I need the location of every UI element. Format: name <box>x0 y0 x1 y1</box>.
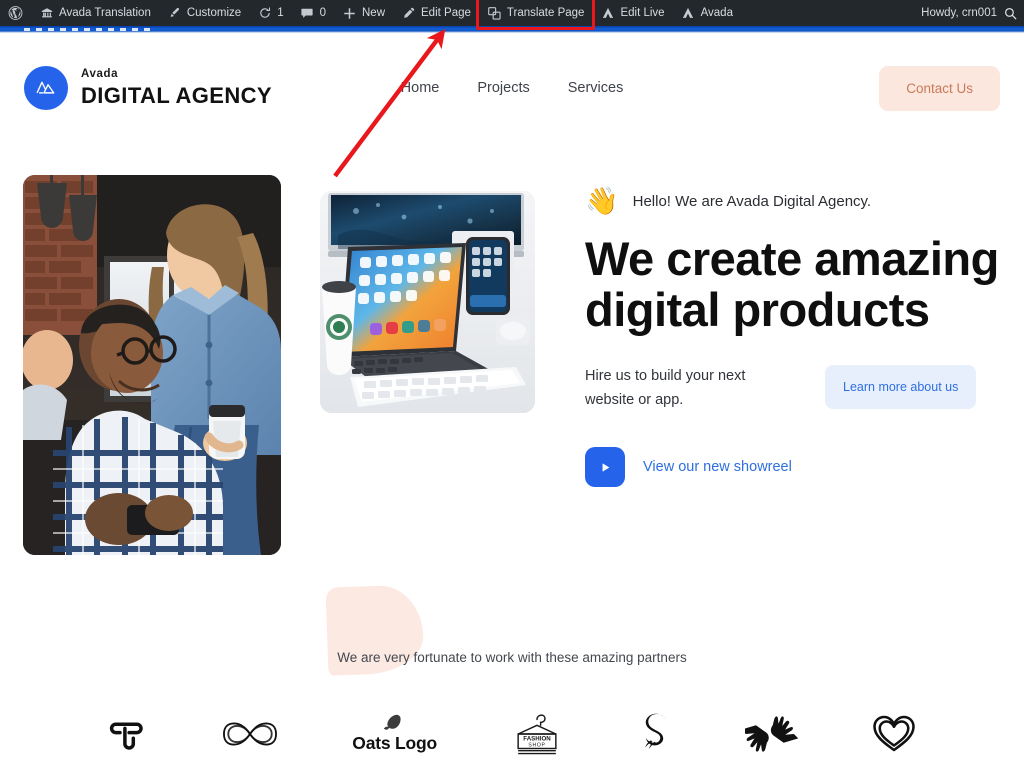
admin-bar-item-new[interactable]: New <box>334 0 393 26</box>
admin-bar-label: Edit Live <box>620 7 665 19</box>
hero-hello-row: 👋 Hello! We are Avada Digital Agency. <box>585 188 1005 215</box>
admin-bar-item-wordpress[interactable] <box>0 0 31 26</box>
search-icon[interactable] <box>1003 6 1018 21</box>
learn-more-button[interactable]: Learn more about us <box>825 365 977 410</box>
admin-bar-item-updates[interactable]: 1 <box>249 0 291 26</box>
admin-bar-item-comments[interactable]: 0 <box>292 0 334 26</box>
partner-logo-oats[interactable]: Oats Logo <box>352 699 437 769</box>
admin-bar-item-avada-translation[interactable]: Avada Translation <box>31 0 159 26</box>
avada-translation-icon <box>39 6 54 21</box>
admin-bar-label: Translate Page <box>506 7 585 19</box>
hero-image-desk <box>320 191 535 413</box>
partner-logo-hands[interactable] <box>744 699 799 769</box>
desk-photo-illustration <box>320 191 535 413</box>
people-photo-illustration <box>23 175 281 555</box>
admin-bar-label: Edit Page <box>421 7 471 19</box>
waving-hand-icon: 👋 <box>585 186 619 216</box>
showreel-link[interactable]: View our new showreel <box>585 447 792 488</box>
oats-leaf-icon <box>383 714 401 730</box>
header-cta-wrap: Contact Us <box>879 65 1000 111</box>
hero-hello-text: Hello! We are Avada Digital Agency. <box>632 193 872 210</box>
nav-item-services[interactable]: Services <box>568 80 624 96</box>
admin-bar-item-customize[interactable]: Customize <box>159 0 249 26</box>
brush-icon <box>167 6 182 21</box>
admin-bar-label: Customize <box>186 7 242 19</box>
admin-bar-label: Avada Translation <box>59 7 151 19</box>
contact-us-button[interactable]: Contact Us <box>879 65 1000 111</box>
hero-image-people <box>23 175 281 555</box>
partners-logo-row: Oats Logo FASHION SHOP <box>0 690 1024 777</box>
wp-admin-bar: Avada Translation Customize 1 0 New Edit… <box>0 0 1024 30</box>
plus-icon <box>342 6 357 21</box>
site-header: Avada DIGITAL AGENCY Home Projects Servi… <box>0 33 1024 143</box>
hero-subcopy-row: Hire us to build your next website or ap… <box>585 365 1005 413</box>
svg-text:SHOP: SHOP <box>529 742 546 748</box>
howdy-label[interactable]: Howdy, crn001 <box>921 7 1001 19</box>
hero-headline: We create amazing digital products <box>585 232 999 337</box>
hero-subcopy: Hire us to build your next website or ap… <box>585 368 746 409</box>
progress-dashes <box>24 28 154 31</box>
wordpress-icon <box>8 6 23 21</box>
admin-bar-label: New <box>362 7 386 19</box>
partner-logo-fashion-shop[interactable]: FASHION SHOP <box>508 699 566 769</box>
admin-bar-right: Howdy, crn001 <box>921 6 1024 21</box>
site-logo-text: Avada DIGITAL AGENCY <box>81 69 272 107</box>
comments-icon <box>300 6 315 21</box>
admin-bar-item-avada[interactable]: Avada <box>673 0 741 26</box>
translate-icon <box>487 6 502 21</box>
site-logo[interactable]: Avada DIGITAL AGENCY <box>24 66 272 110</box>
avada-mountain-logo-icon <box>24 66 68 110</box>
hero-copy: 👋 Hello! We are Avada Digital Agency. We… <box>585 188 1005 488</box>
partner-logo-s-script[interactable] <box>638 699 674 769</box>
avada-icon <box>600 6 615 21</box>
avada-icon <box>681 6 696 21</box>
partner-logo-label: Oats Logo <box>352 733 438 753</box>
page-root: Avada Translation Customize 1 0 New Edit… <box>0 0 1024 777</box>
admin-bar-label: 1 <box>277 7 284 19</box>
partners-title: We are very fortunate to work with these… <box>337 650 687 665</box>
nav-item-projects[interactable]: Projects <box>477 80 529 96</box>
loading-progress-bar <box>0 26 1024 33</box>
svg-text:FASHION: FASHION <box>524 735 552 742</box>
partner-logo-t-monogram[interactable] <box>106 699 148 769</box>
partner-logo-heart[interactable] <box>870 699 918 769</box>
site-logo-small-text: Avada <box>81 68 119 81</box>
site-logo-big-text: DIGITAL AGENCY <box>81 82 272 108</box>
admin-bar-item-edit-live[interactable]: Edit Live <box>592 0 672 26</box>
hero-section: 👋 Hello! We are Avada Digital Agency. We… <box>0 143 1024 676</box>
pencil-icon <box>401 6 416 21</box>
admin-bar-item-edit-page[interactable]: Edit Page <box>393 0 479 26</box>
admin-bar-item-translate-page[interactable]: Translate Page <box>475 0 596 30</box>
play-icon[interactable] <box>585 447 625 488</box>
admin-bar-label: 0 <box>319 7 326 19</box>
partner-logo-infinity[interactable] <box>219 699 281 769</box>
nav-item-home[interactable]: Home <box>401 80 440 96</box>
showreel-label: View our new showreel <box>643 459 792 476</box>
updates-icon <box>257 6 272 21</box>
admin-bar-label: Avada <box>700 7 733 19</box>
